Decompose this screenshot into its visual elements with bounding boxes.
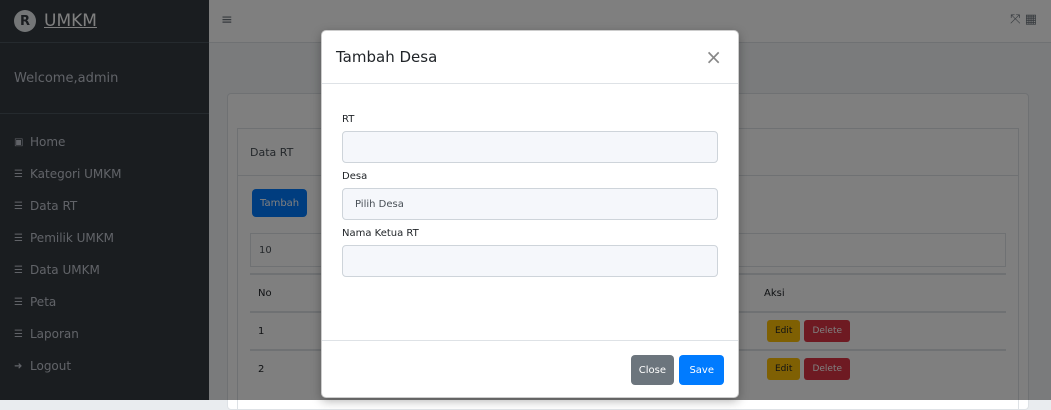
modal-body: RT Desa Pilih Desa Nama Ketua RT xyxy=(322,84,738,277)
modal-title: Tambah Desa xyxy=(336,48,438,66)
close-button[interactable]: Close xyxy=(630,355,674,385)
desa-select-value: Pilih Desa xyxy=(355,198,404,210)
modal-header: Tambah Desa × xyxy=(322,31,738,84)
desa-select[interactable]: Pilih Desa xyxy=(342,188,718,220)
save-button[interactable]: Save xyxy=(679,355,724,385)
modal-footer: Close Save xyxy=(322,340,738,397)
rt-label: RT xyxy=(342,114,355,125)
ketua-rt-label: Nama Ketua RT xyxy=(342,228,419,239)
close-icon[interactable]: × xyxy=(705,47,722,67)
add-desa-modal: Tambah Desa × RT Desa Pilih Desa Nama Ke… xyxy=(321,30,739,398)
ketua-rt-input[interactable] xyxy=(342,245,718,277)
desa-label: Desa xyxy=(342,171,368,182)
rt-input[interactable] xyxy=(342,131,718,163)
